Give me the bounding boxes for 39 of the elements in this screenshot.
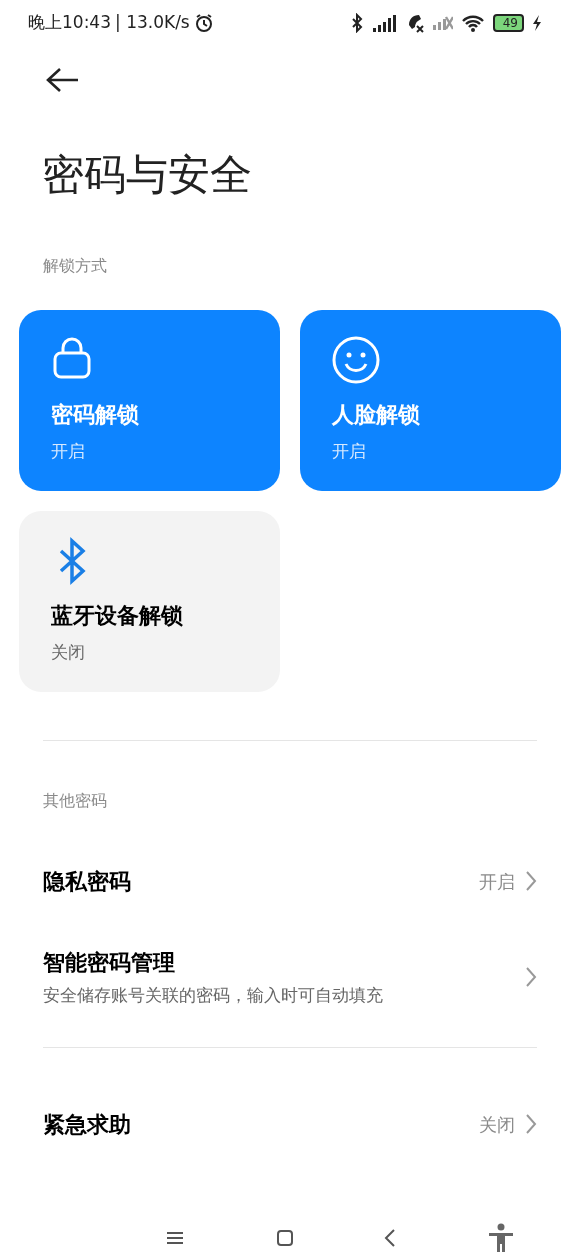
settings-row[interactable]: 紧急求助 关闭 — [0, 1084, 580, 1164]
chevron-right-icon — [525, 1113, 537, 1135]
chevron-right-icon — [525, 966, 537, 988]
card-title: 蓝牙设备解锁 — [51, 602, 184, 630]
status-time: 晚上10:43 — [28, 11, 111, 35]
unlock-card[interactable]: 蓝牙设备解锁 关闭 — [19, 511, 280, 692]
network-speed: | 13.0K/s — [115, 11, 190, 35]
back-icon[interactable] — [384, 1228, 397, 1248]
no-signal-icon — [432, 16, 453, 30]
battery-indicator: 49 — [492, 14, 524, 32]
row-title: 智能密码管理 — [43, 948, 176, 977]
row-title: 紧急求助 — [43, 1110, 131, 1139]
charging-icon — [532, 14, 542, 32]
settings-row[interactable]: 隐私密码 开启 — [0, 841, 580, 921]
back-arrow-icon[interactable] — [44, 66, 80, 94]
card-title: 人脸解锁 — [332, 401, 421, 429]
row-subtitle: 安全储存账号关联的密码，输入时可自动填充 — [43, 983, 383, 1007]
card-status: 关闭 — [51, 641, 86, 664]
smiley-face-icon — [332, 336, 380, 384]
page-title: 密码与安全 — [42, 154, 253, 196]
menu-icon[interactable] — [165, 1231, 186, 1245]
wifi-icon — [460, 13, 485, 33]
signal-icon — [370, 13, 397, 33]
accessibility-icon[interactable] — [486, 1223, 515, 1253]
row-value: 关闭 — [479, 1112, 515, 1137]
row-title: 隐私密码 — [43, 867, 131, 896]
section-label: 其他密码 — [43, 790, 108, 812]
card-title: 密码解锁 — [51, 401, 140, 429]
card-status: 开启 — [51, 440, 86, 463]
unlock-card[interactable]: 密码解锁 开启 — [19, 310, 280, 491]
unlock-card[interactable]: 人脸解锁 开启 — [300, 310, 561, 491]
settings-row[interactable]: 智能密码管理 安全储存账号关联的密码，输入时可自动填充 — [0, 929, 580, 1025]
bluetooth-icon — [350, 13, 363, 33]
row-value: 开启 — [479, 869, 515, 894]
section-label: 解锁方式 — [43, 255, 108, 277]
chevron-right-icon — [525, 870, 537, 892]
alarm-icon — [193, 13, 214, 33]
home-square-icon[interactable] — [275, 1229, 294, 1247]
card-status: 开启 — [332, 440, 367, 463]
